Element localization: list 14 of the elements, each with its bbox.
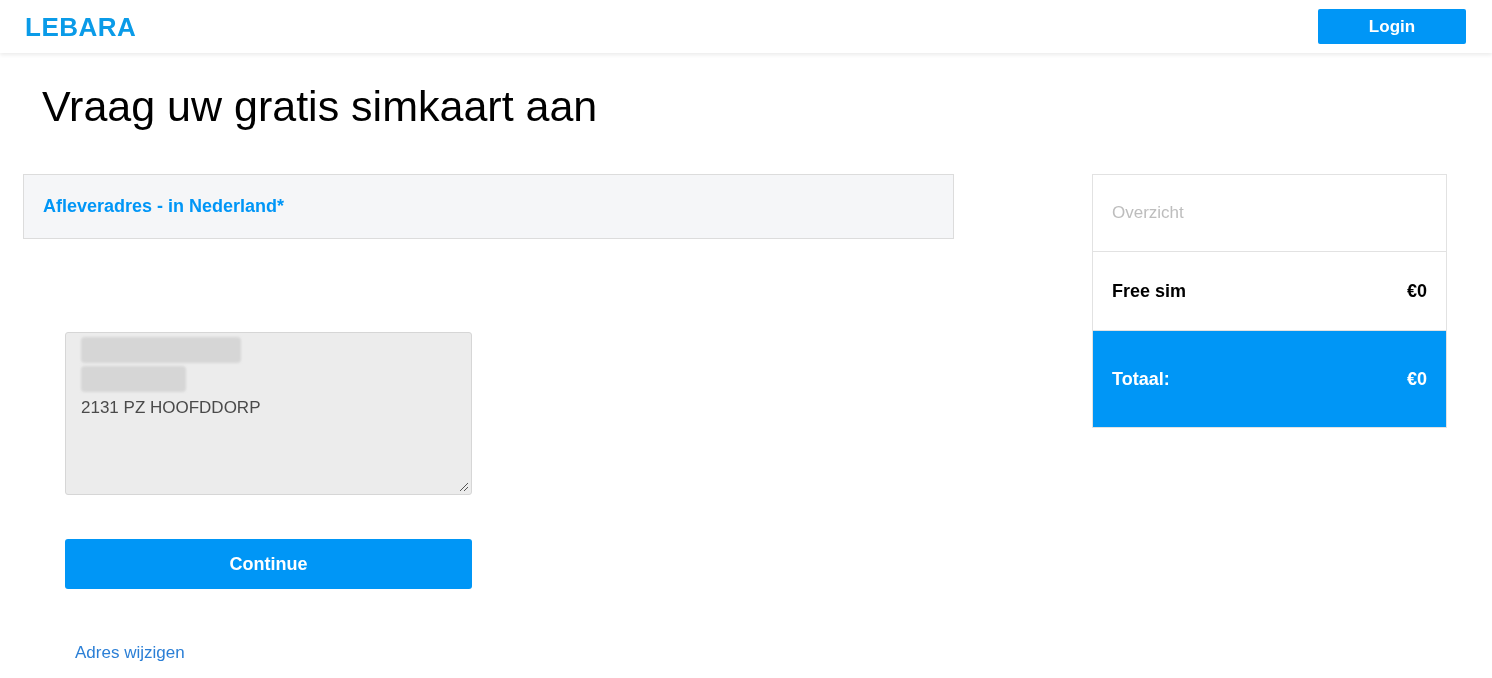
change-address-link[interactable]: Adres wijzigen — [75, 640, 185, 666]
total-label: Totaal: — [1112, 367, 1170, 391]
item-label: Free sim — [1112, 279, 1187, 303]
resize-handle-icon[interactable] — [460, 483, 468, 491]
address-line: 2131 PZ HOOFDDORP — [81, 397, 262, 419]
total-price: €0 — [1406, 367, 1427, 391]
section-heading: Afleveradres - in Nederland* — [43, 195, 285, 218]
login-button[interactable]: Login — [1318, 9, 1466, 44]
summary-title: Overzicht — [1112, 202, 1184, 225]
page-title: Vraag uw gratis simkaart aan — [42, 81, 598, 132]
brand-logo[interactable]: LEBARA — [25, 13, 137, 40]
item-price: €0 — [1406, 279, 1427, 303]
address-field[interactable]: 2131 PZ HOOFDDORP — [65, 332, 472, 495]
continue-button[interactable]: Continue — [65, 539, 472, 589]
